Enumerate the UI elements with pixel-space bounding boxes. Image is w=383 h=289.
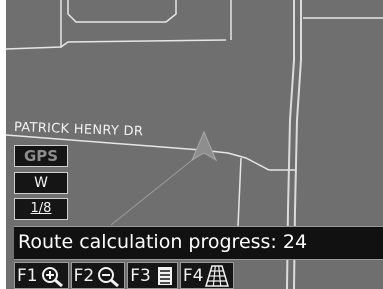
f1-zoom-in-button[interactable]: F1 bbox=[14, 262, 69, 289]
compass-heading-button[interactable]: W bbox=[14, 172, 68, 194]
f1-key-label: F1 bbox=[17, 265, 38, 286]
f4-perspective-view-button[interactable]: F4 bbox=[179, 262, 235, 289]
f3-key-label: F3 bbox=[130, 265, 151, 286]
perspective-view-icon bbox=[205, 264, 230, 287]
f2-zoom-out-button[interactable]: F2 bbox=[70, 262, 126, 289]
navigation-screen: PATRICK HENRY DR GPS W 1/8 Route calcula… bbox=[0, 0, 383, 289]
zoom-in-icon bbox=[40, 265, 64, 287]
f4-key-label: F4 bbox=[182, 265, 204, 286]
zoom-out-icon bbox=[96, 265, 120, 287]
list-icon bbox=[157, 266, 173, 286]
function-key-bar: F1 F2 F3 F4 bbox=[14, 262, 383, 289]
vehicle-position-icon bbox=[190, 130, 218, 162]
route-progress-status: Route calculation progress: 24 bbox=[14, 226, 383, 260]
f2-key-label: F2 bbox=[73, 265, 95, 286]
gps-status-indicator: GPS bbox=[14, 145, 68, 167]
map-scale-button[interactable]: 1/8 bbox=[14, 198, 68, 220]
f3-list-button[interactable]: F3 bbox=[127, 262, 178, 289]
